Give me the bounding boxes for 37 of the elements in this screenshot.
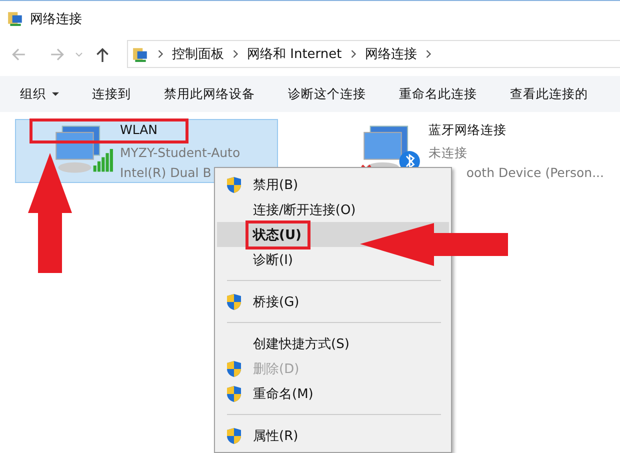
shield-icon (226, 427, 242, 445)
menu-item[interactable]: 创建快捷方式(S) (217, 331, 449, 356)
network-folder-icon (7, 10, 24, 27)
menu-item[interactable]: 属性(R) (217, 423, 449, 448)
toolbar-button[interactable]: 诊断这个连接 (288, 86, 387, 102)
connection-device: Intel(R) Dual B (120, 164, 212, 182)
toolbar-button[interactable]: 组织 (20, 86, 80, 102)
breadcrumb[interactable]: 网络连接 (364, 45, 417, 63)
connection-status: 未连接 (428, 144, 468, 162)
chevron-right-icon[interactable] (232, 49, 239, 59)
network-folder-icon (132, 46, 149, 62)
connection-name: WLAN (120, 121, 159, 139)
menu-item[interactable]: 诊断(I) (217, 247, 449, 272)
chevron-right-icon[interactable] (350, 49, 357, 59)
shield-icon (226, 293, 242, 311)
shield-icon (226, 385, 242, 403)
shield-icon (226, 360, 242, 378)
address-bar[interactable]: 控制面板 网络和 Internet 网络连接 (127, 40, 620, 68)
connection-status: MYZY-Student-Auto (120, 144, 240, 162)
toolbar-button[interactable]: 重命名此连接 (399, 86, 498, 102)
window-title: 网络连接 (30, 10, 82, 28)
menu-item[interactable]: 桥接(G) (217, 289, 449, 314)
toolbar-button[interactable]: 查看此连接的 (510, 86, 609, 102)
connection-name: 蓝牙网络连接 (428, 121, 508, 139)
menu-item[interactable]: 重命名(M) (217, 381, 449, 406)
highlight-box (246, 220, 310, 250)
caret-icon (52, 92, 59, 96)
connection-device: ooth Device (Person... (466, 164, 604, 182)
menu-item[interactable]: 连接/断开连接(O) (217, 197, 449, 222)
toolbar-button[interactable]: 连接到 (92, 86, 152, 102)
toolbar-button[interactable]: 禁用此网络设备 (164, 86, 276, 102)
breadcrumb[interactable]: 网络和 Internet (247, 45, 342, 63)
chevron-right-icon[interactable] (424, 49, 432, 59)
shield-icon (226, 176, 242, 194)
up-arrow-icon[interactable] (94, 46, 111, 62)
chevron-right-icon[interactable] (157, 49, 164, 59)
breadcrumb[interactable]: 控制面板 (172, 45, 224, 63)
